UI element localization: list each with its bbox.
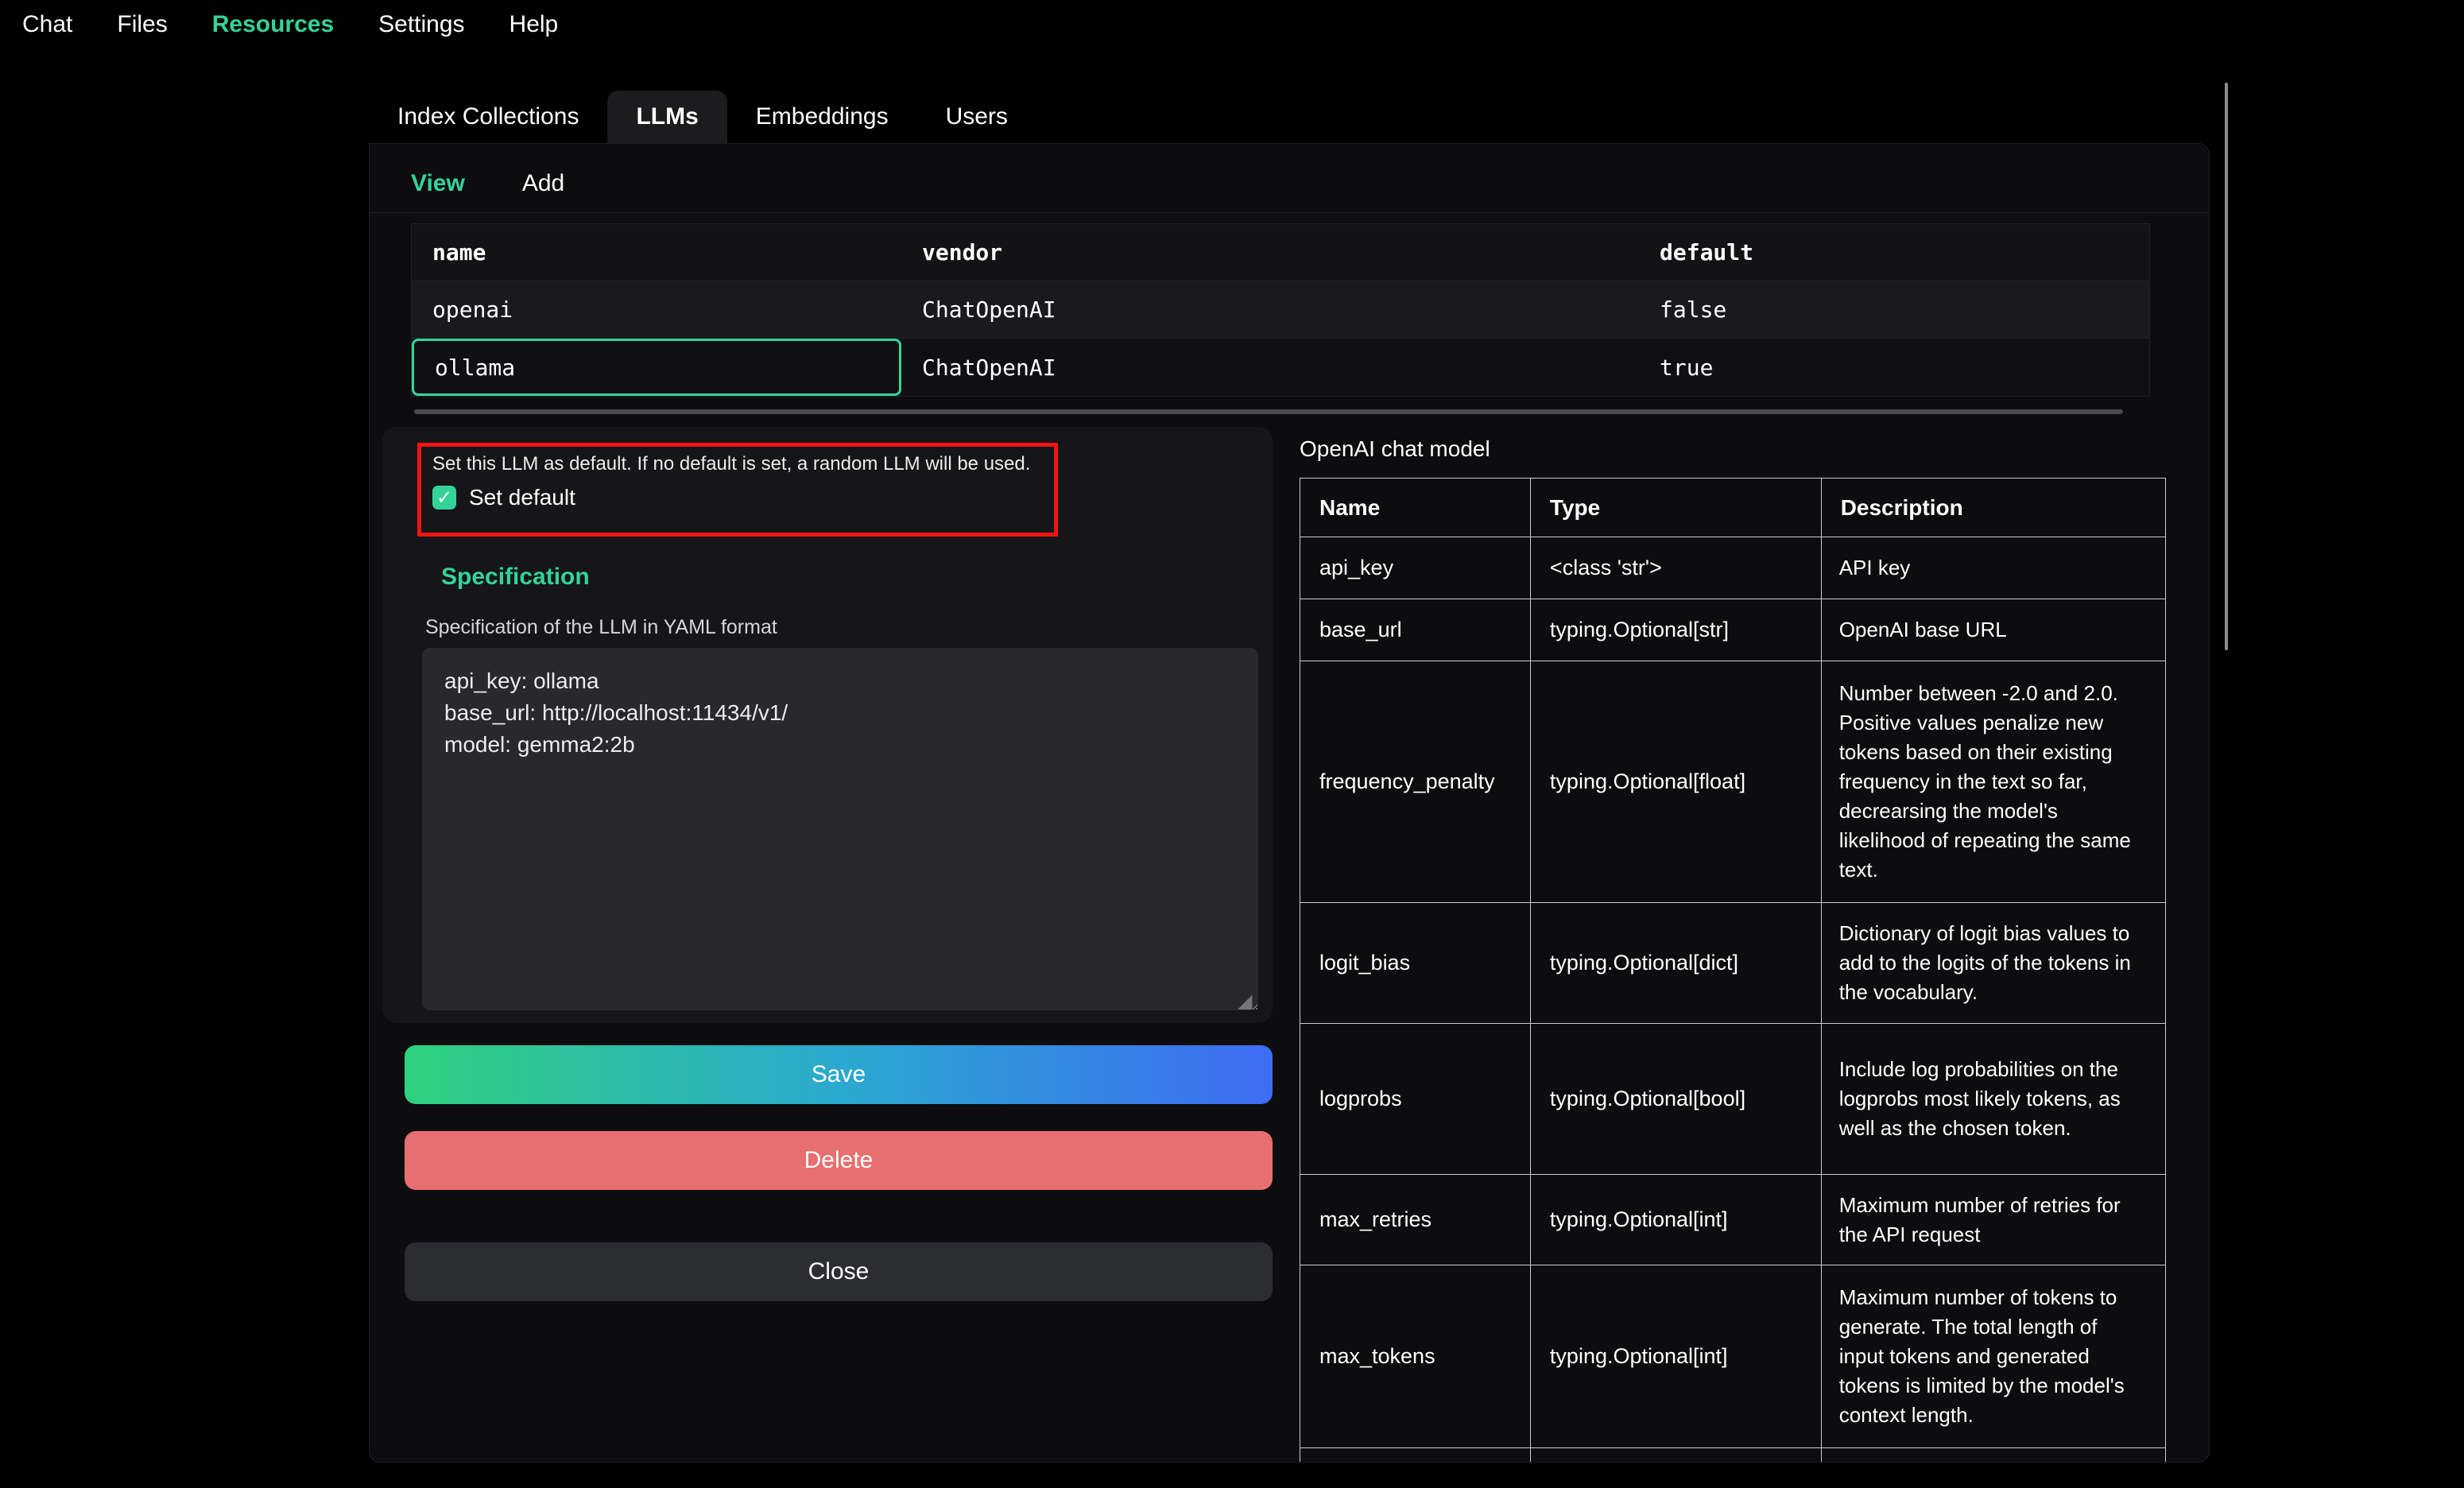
- column-header-name: name: [412, 224, 901, 281]
- param-description: Maximum number of tokens to generate. Th…: [1821, 1265, 2165, 1448]
- param-type: typing.Optional[bool]: [1530, 1024, 1821, 1175]
- table-row-openai[interactable]: openai ChatOpenAI false: [412, 281, 2149, 339]
- close-button[interactable]: Close: [405, 1242, 1273, 1301]
- param-description: OpenAI base URL: [1821, 599, 2165, 661]
- tab-llms[interactable]: LLMs: [607, 91, 726, 143]
- llms-panel: View Add name vendor default openai Chat…: [369, 143, 2210, 1463]
- cell-name-selected: ollama: [412, 339, 901, 396]
- save-button[interactable]: Save: [405, 1045, 1273, 1104]
- param-name: logit_bias: [1300, 903, 1531, 1024]
- param-name: logprobs: [1300, 1024, 1531, 1175]
- param-name: max_tokens: [1300, 1265, 1531, 1448]
- cell-vendor: ChatOpenAI: [901, 339, 1639, 396]
- highlight-box: Set this LLM as default. If no default i…: [417, 443, 1058, 537]
- param-type: typing.Optional[dict]: [1530, 903, 1821, 1024]
- tab-index-collections[interactable]: Index Collections: [369, 91, 607, 143]
- cell-default: true: [1639, 339, 2151, 396]
- column-header-type: Type: [1530, 479, 1821, 537]
- table-row: base_url typing.Optional[str] OpenAI bas…: [1300, 599, 2166, 661]
- column-header-default: default: [1639, 224, 2151, 281]
- set-default-checkbox[interactable]: ✓: [432, 486, 456, 510]
- table-row: logit_bias typing.Optional[dict] Diction…: [1300, 903, 2166, 1024]
- model-table-header-row: Name Type Description: [1300, 479, 2166, 537]
- delete-button[interactable]: Delete: [405, 1131, 1273, 1190]
- subtab-view[interactable]: View: [411, 170, 465, 197]
- set-default-note: Set this LLM as default. If no default i…: [432, 453, 1054, 475]
- specification-subheading: Specification of the LLM in YAML format: [425, 616, 777, 639]
- cell-default: false: [1639, 281, 2151, 338]
- param-name: api_key: [1300, 537, 1531, 599]
- tab-users[interactable]: Users: [917, 91, 1036, 143]
- table-row-clipped: [1300, 1448, 2166, 1463]
- param-type: typing.Optional[float]: [1530, 661, 1821, 903]
- table-row: logprobs typing.Optional[bool] Include l…: [1300, 1024, 2166, 1175]
- model-panel-title: OpenAI chat model: [1300, 436, 1490, 462]
- param-description: Number between -2.0 and 2.0. Positive va…: [1821, 661, 2165, 903]
- horizontal-scrollbar[interactable]: [414, 409, 2123, 414]
- nav-item-settings[interactable]: Settings: [378, 11, 464, 38]
- column-header-description: Description: [1821, 479, 2165, 537]
- specification-heading: Specification: [441, 564, 590, 591]
- param-name: base_url: [1300, 599, 1531, 661]
- vertical-scrollbar[interactable]: [2225, 83, 2228, 650]
- llm-table-header-row: name vendor default: [412, 224, 2149, 281]
- column-header-vendor: vendor: [901, 224, 1639, 281]
- column-header-name: Name: [1300, 479, 1531, 537]
- set-default-row: ✓ Set default: [432, 485, 1054, 510]
- set-default-label[interactable]: Set default: [469, 485, 575, 510]
- param-description: API key: [1821, 537, 2165, 599]
- param-type: typing.Optional[int]: [1530, 1175, 1821, 1265]
- table-row: max_retries typing.Optional[int] Maximum…: [1300, 1175, 2166, 1265]
- param-description: Maximum number of retries for the API re…: [1821, 1175, 2165, 1265]
- nav-item-resources[interactable]: Resources: [212, 11, 334, 38]
- resource-tabbar: Index Collections LLMs Embeddings Users: [369, 91, 1036, 143]
- nav-item-files[interactable]: Files: [117, 11, 167, 38]
- param-type: typing.Optional[str]: [1530, 599, 1821, 661]
- param-description: Include log probabilities on the logprob…: [1821, 1024, 2165, 1175]
- param-type: typing.Optional[int]: [1530, 1265, 1821, 1448]
- cell-name: openai: [412, 281, 901, 338]
- subtab-add[interactable]: Add: [522, 170, 564, 197]
- param-description: [1821, 1448, 2165, 1463]
- view-add-subtabs: View Add: [411, 157, 564, 211]
- table-row: api_key <class 'str'> API key: [1300, 537, 2166, 599]
- llm-detail-card: Set this LLM as default. If no default i…: [382, 427, 1273, 1023]
- param-description: Dictionary of logit bias values to add t…: [1821, 903, 2165, 1024]
- table-row: frequency_penalty typing.Optional[float]…: [1300, 661, 2166, 903]
- top-navigation: Chat Files Resources Settings Help: [0, 0, 2464, 49]
- cell-vendor: ChatOpenAI: [901, 281, 1639, 338]
- param-type: <class 'str'>: [1530, 537, 1821, 599]
- param-name: max_retries: [1300, 1175, 1531, 1265]
- nav-item-help[interactable]: Help: [509, 11, 559, 38]
- model-schema-table: Name Type Description api_key <class 'st…: [1300, 478, 2166, 1463]
- subtab-divider: [370, 212, 2209, 213]
- llm-list-table: name vendor default openai ChatOpenAI fa…: [411, 223, 2150, 397]
- tab-embeddings[interactable]: Embeddings: [727, 91, 917, 143]
- yaml-spec-textarea[interactable]: api_key: ollama base_url: http://localho…: [422, 648, 1258, 1010]
- param-name: [1300, 1448, 1531, 1463]
- param-name: frequency_penalty: [1300, 661, 1531, 903]
- check-icon: ✓: [436, 486, 452, 510]
- nav-item-chat[interactable]: Chat: [22, 11, 72, 38]
- table-row-ollama[interactable]: ollama ChatOpenAI true: [412, 339, 2149, 396]
- param-type: [1530, 1448, 1821, 1463]
- table-row: max_tokens typing.Optional[int] Maximum …: [1300, 1265, 2166, 1448]
